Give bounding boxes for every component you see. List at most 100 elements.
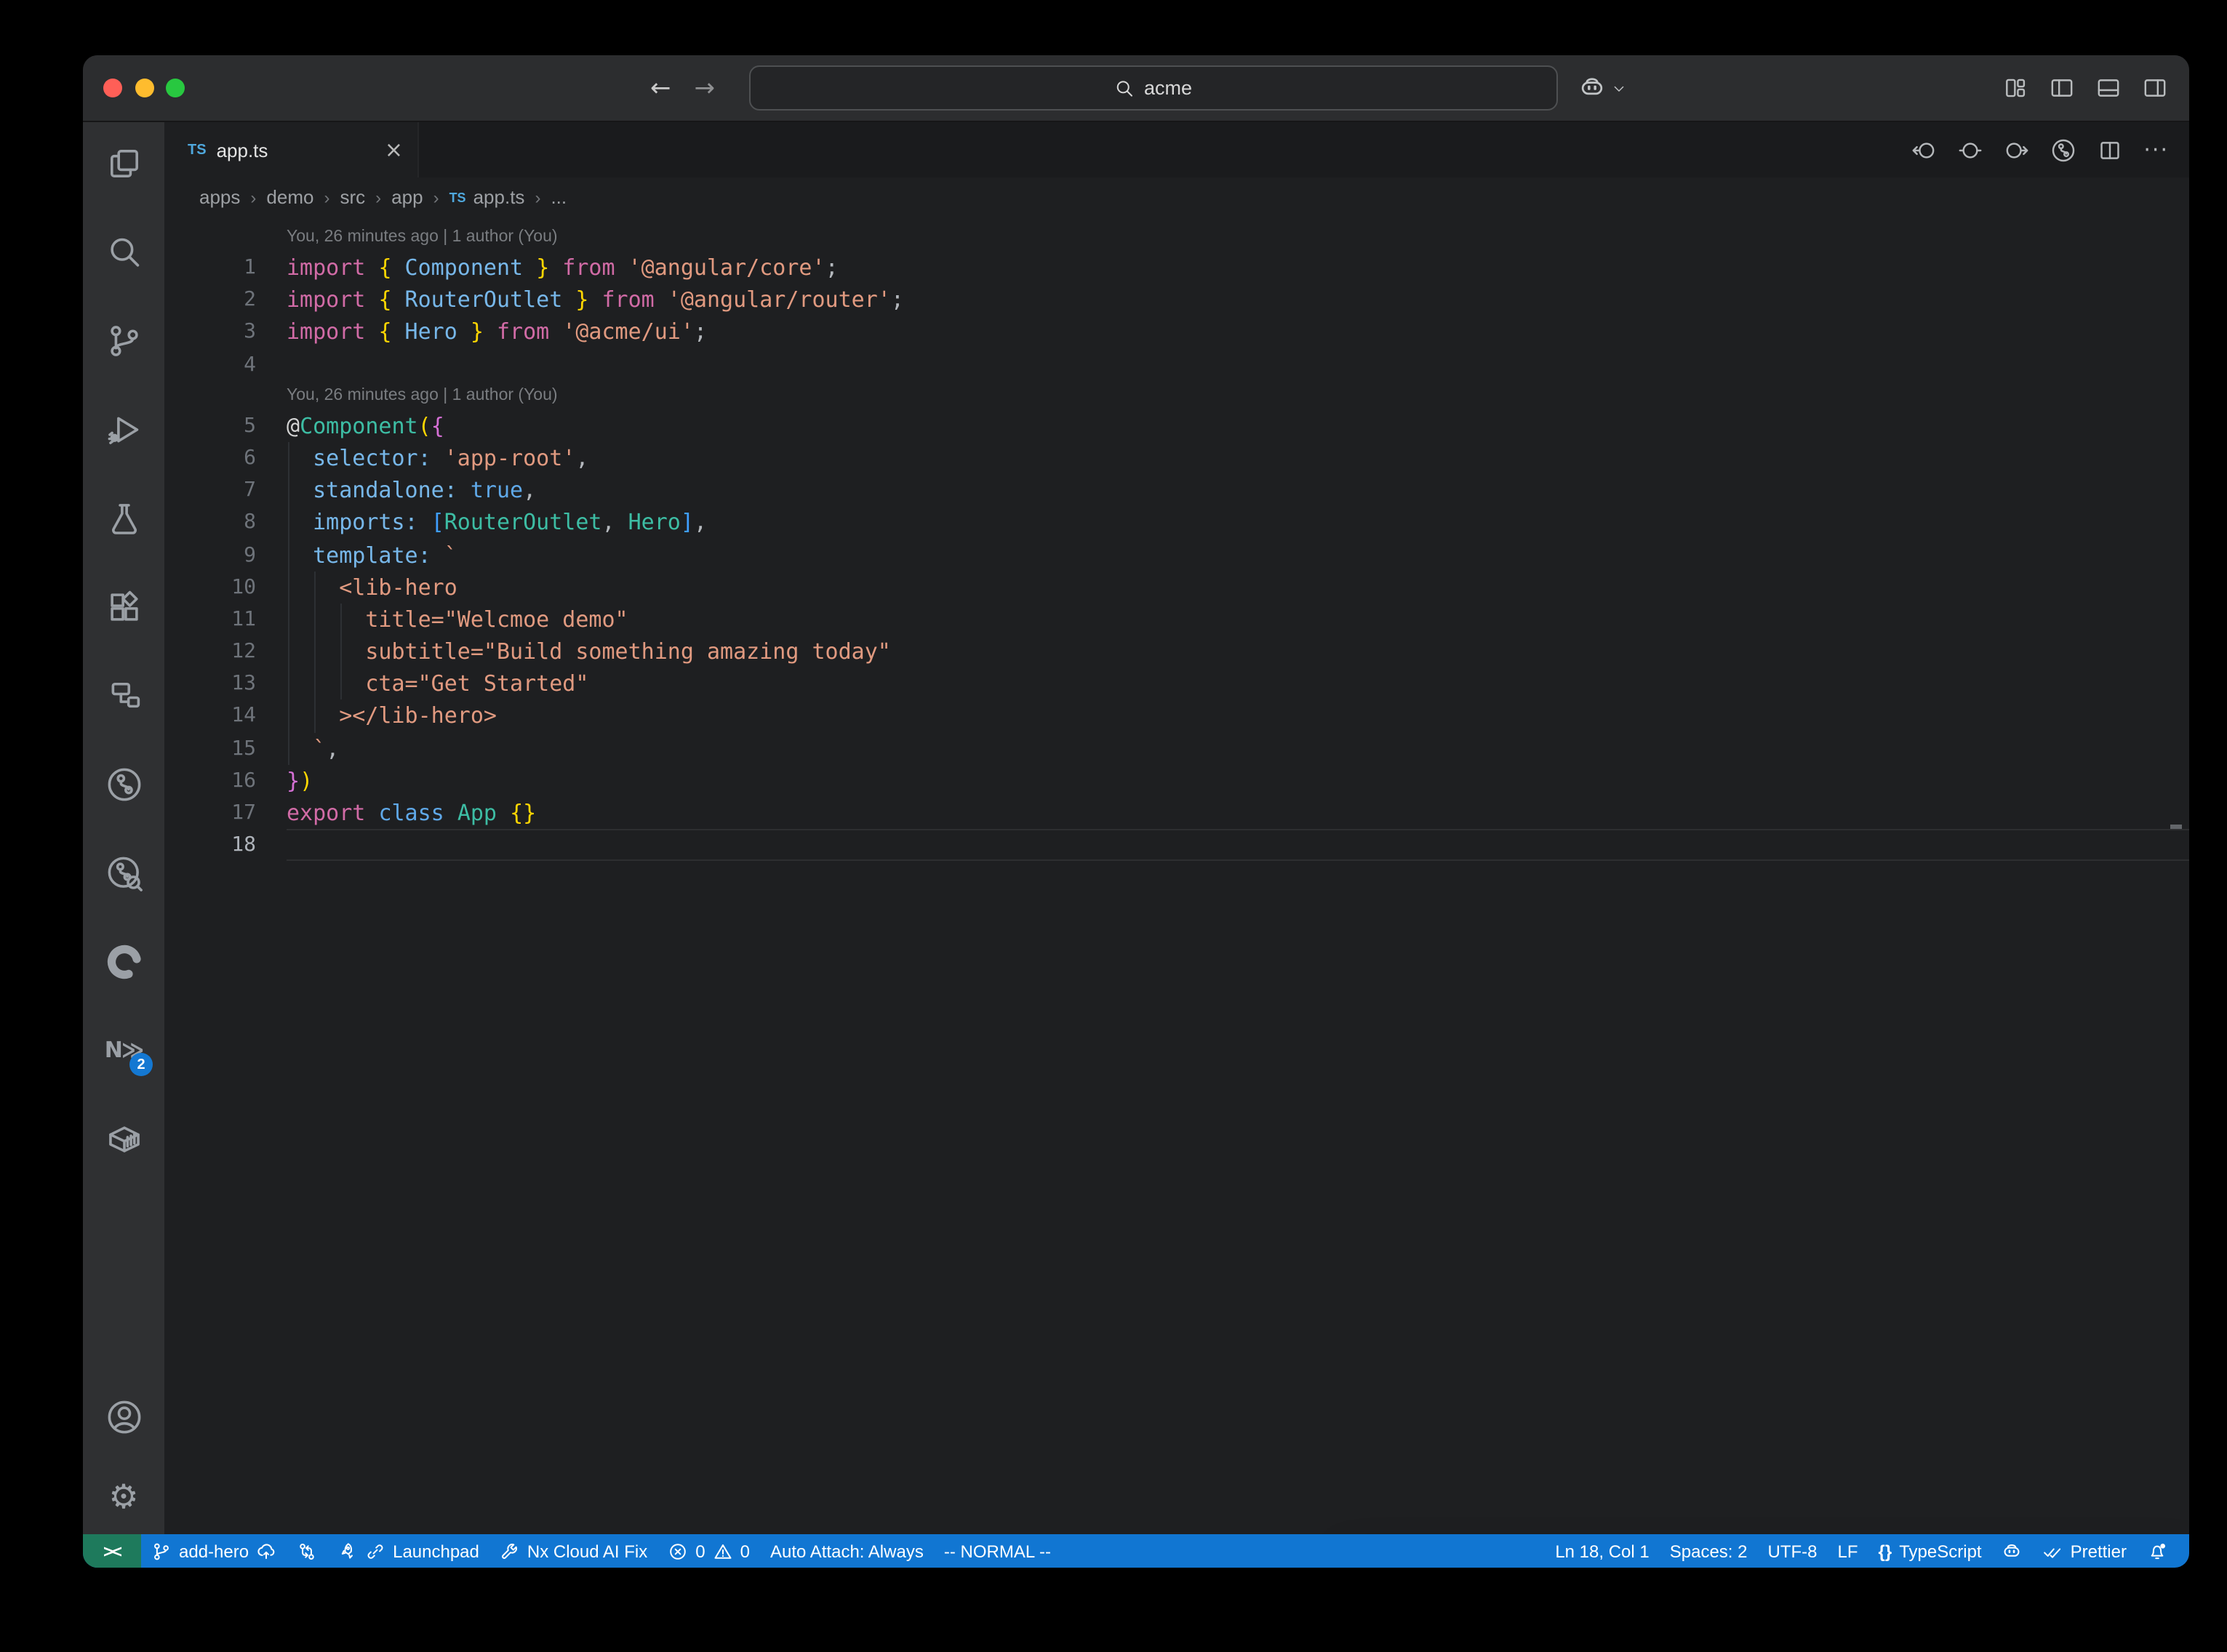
status-item-remote-indicator[interactable]: >< (83, 1534, 141, 1568)
code-line[interactable]: 18 (164, 829, 2189, 861)
tab-app-ts[interactable]: TS app.ts × (164, 122, 419, 177)
code-line[interactable]: 13 cta="Get Started" (164, 668, 2189, 700)
breadcrumb: apps›demo›src›app›TSapp.ts›... (164, 177, 2189, 217)
activity-settings[interactable]: ⚙ (105, 1479, 143, 1517)
activity-testing[interactable] (105, 499, 143, 537)
status-item-vim-mode[interactable]: -- NORMAL -- (934, 1534, 1061, 1568)
indent-guide (287, 604, 289, 635)
status-item-problems[interactable]: 00 (657, 1534, 760, 1568)
go-back-button[interactable]: ← (650, 73, 671, 103)
code-line[interactable]: 3import { Hero } from '@acme/ui'; (164, 316, 2189, 348)
activity-git-graph[interactable] (105, 765, 143, 803)
status-text: LF (1838, 1541, 1858, 1561)
code-line[interactable]: 12 subtitle="Build something amazing tod… (164, 635, 2189, 667)
activity-account[interactable] (105, 1398, 143, 1435)
code-line[interactable]: 16}) (164, 765, 2189, 797)
status-item-nx-cloud-ai-fix[interactable]: Nx Cloud AI Fix (489, 1534, 657, 1568)
breadcrumb-item[interactable]: TSapp.ts (449, 186, 525, 208)
indent-guide (313, 635, 315, 667)
code-line[interactable]: 17export class App {} (164, 797, 2189, 829)
code-line[interactable]: 1import { Component } from '@angular/cor… (164, 252, 2189, 284)
nav-forward-icon[interactable] (2004, 137, 2028, 162)
breadcrumb-item[interactable]: ... (551, 186, 567, 208)
status-item-copilot-status[interactable] (1992, 1534, 2033, 1568)
status-text: Prettier (2071, 1541, 2127, 1561)
status-text: -- NORMAL -- (944, 1541, 1051, 1561)
git-circle-icon[interactable] (2050, 137, 2075, 162)
status-item-language-mode[interactable]: {}TypeScript (1868, 1534, 1992, 1568)
status-text: TypeScript (1899, 1541, 1981, 1561)
code-line[interactable]: 8 imports: [RouterOutlet, Hero], (164, 507, 2189, 539)
indent-guide (287, 539, 289, 571)
code-line[interactable]: 14 ></lib-hero> (164, 700, 2189, 732)
line-number: 8 (164, 507, 256, 539)
status-item-indentation[interactable]: Spaces: 2 (1660, 1534, 1758, 1568)
status-text: 0 (740, 1541, 750, 1561)
status-item-git-compare[interactable] (287, 1534, 327, 1568)
status-item-launchpad[interactable]: Launchpad (327, 1534, 489, 1568)
code-editor[interactable]: You, 26 minutes ago | 1 author (You)1imp… (164, 217, 2189, 1534)
line-number: 10 (164, 571, 256, 603)
copilot-menu[interactable] (1578, 55, 1626, 121)
indent-guide (287, 507, 289, 539)
activity-explorer[interactable] (105, 144, 143, 182)
minimize-window-button[interactable] (135, 79, 153, 97)
status-item-eol[interactable]: LF (1828, 1534, 1868, 1568)
close-window-button[interactable] (103, 79, 122, 97)
code-line[interactable]: 6 selector: 'app-root', (164, 442, 2189, 474)
code-line[interactable]: 11 title="Welcmoe demo" (164, 604, 2189, 635)
nav-back-icon[interactable] (1911, 137, 1935, 162)
indent-guide (287, 442, 289, 474)
activity-extensions[interactable] (105, 588, 143, 625)
split-editor-icon[interactable] (2097, 137, 2122, 162)
command-center-search[interactable]: acme (749, 65, 1558, 111)
breadcrumb-item[interactable]: apps (199, 186, 240, 208)
status-item-cursor-position[interactable]: Ln 18, Col 1 (1545, 1534, 1659, 1568)
breadcrumb-item[interactable]: demo (266, 186, 313, 208)
status-item-notifications-bell[interactable] (2137, 1534, 2178, 1568)
double-check-icon (2043, 1541, 2063, 1561)
indent-guide (287, 732, 289, 764)
nav-dot-icon[interactable] (1957, 137, 1982, 162)
go-forward-button[interactable]: → (695, 73, 716, 103)
line-number: 15 (164, 732, 256, 764)
breadcrumb-item[interactable]: src (340, 186, 365, 208)
status-item-branch[interactable]: add-hero (141, 1534, 287, 1568)
status-item-auto-attach[interactable]: Auto Attach: Always (760, 1534, 934, 1568)
cloud-upload-icon (256, 1541, 276, 1561)
activity-search[interactable] (105, 233, 143, 270)
breadcrumb-item[interactable]: app (391, 186, 423, 208)
code-line[interactable]: 7 standalone: true, (164, 474, 2189, 506)
activity-git-search[interactable] (105, 854, 143, 891)
panel-bottom-icon[interactable] (2096, 76, 2121, 100)
indent-guide (287, 635, 289, 667)
activity-source-control[interactable] (105, 321, 143, 359)
panel-right-icon[interactable] (2143, 76, 2167, 100)
status-text: Spaces: 2 (1670, 1541, 1748, 1561)
code-line[interactable]: 5@Component({ (164, 410, 2189, 442)
activity-nx[interactable]: N≫2 (105, 1031, 143, 1069)
activity-edge[interactable] (105, 942, 143, 980)
wrench-icon (500, 1541, 520, 1561)
panel-left-icon[interactable] (2050, 76, 2074, 100)
layout-grid-icon[interactable] (2003, 76, 2028, 100)
line-number: 5 (164, 410, 256, 442)
code-line[interactable]: 9 template: ` (164, 539, 2189, 571)
code-line[interactable]: 4 (164, 348, 2189, 380)
more-icon[interactable]: ··· (2143, 137, 2169, 163)
history-nav: ← → (650, 55, 715, 121)
zoom-window-button[interactable] (166, 79, 185, 97)
activity-hierarchy[interactable] (105, 676, 143, 714)
code-line[interactable]: 2import { RouterOutlet } from '@angular/… (164, 284, 2189, 316)
code-line[interactable]: 15 `, (164, 732, 2189, 764)
status-item-encoding[interactable]: UTF-8 (1758, 1534, 1828, 1568)
status-item-formatter[interactable]: Prettier (2033, 1534, 2137, 1568)
breadcrumb-separator: › (433, 187, 439, 207)
indent-guide (313, 668, 315, 700)
git-blame-annotation: You, 26 minutes ago | 1 author (You) (287, 222, 2189, 252)
activity-run-debug[interactable] (105, 410, 143, 448)
code-line[interactable]: 10 <lib-hero (164, 571, 2189, 603)
git-blame-annotation: You, 26 minutes ago | 1 author (You) (287, 381, 2189, 410)
close-tab-icon[interactable]: × (385, 139, 403, 161)
activity-container[interactable] (105, 1120, 143, 1158)
